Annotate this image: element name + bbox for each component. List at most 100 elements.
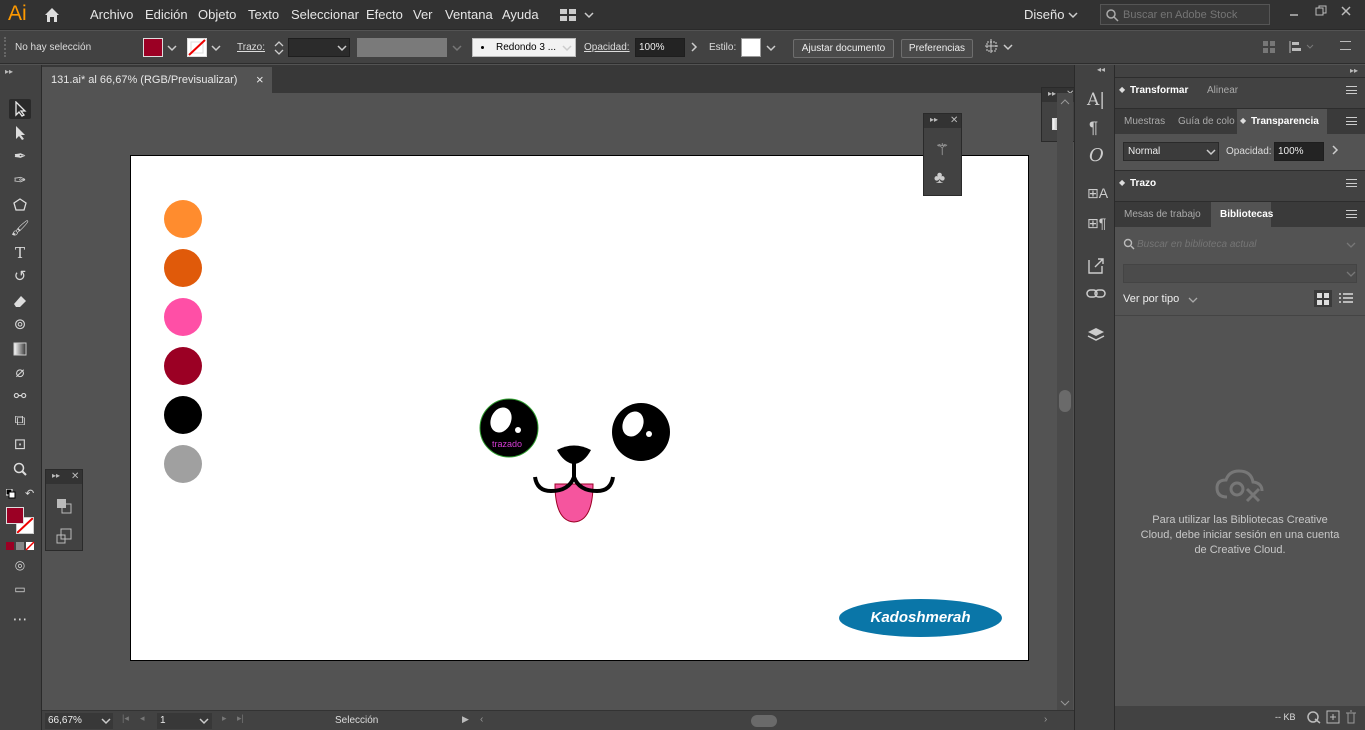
scroll-right-icon[interactable]: › — [1044, 714, 1047, 725]
stroke-label[interactable]: Trazo: — [237, 42, 265, 53]
close-tab-icon[interactable]: × — [256, 67, 264, 93]
graphic-style-swatch[interactable] — [741, 38, 761, 57]
minimize-icon[interactable] — [1288, 6, 1300, 18]
sync-status-icon[interactable] — [1306, 710, 1322, 727]
menu-efecto[interactable]: Efecto — [366, 7, 403, 22]
export-asset-icon[interactable] — [1086, 256, 1106, 276]
menu-archivo[interactable]: Archivo — [90, 7, 133, 22]
zoom-field[interactable]: 66,67% — [45, 713, 113, 729]
arrange-documents-icon[interactable] — [560, 8, 596, 22]
chevron-down-icon[interactable] — [167, 43, 177, 56]
chevron-down-icon[interactable] — [766, 43, 776, 56]
chevron-down-icon[interactable] — [337, 43, 347, 56]
brush-definition[interactable]: Redondo 3 ... — [472, 38, 576, 57]
tab-mesas-de-trabajo[interactable]: Mesas de trabajo — [1124, 209, 1201, 220]
fill-color-swatch[interactable] — [143, 38, 163, 57]
swatch-circle[interactable] — [164, 200, 202, 238]
direct-selection-tool-icon[interactable] — [9, 123, 31, 143]
status-menu-icon[interactable]: ▶ — [462, 714, 469, 725]
menu-objeto[interactable]: Objeto — [198, 7, 236, 22]
fill-swatch[interactable] — [6, 507, 24, 524]
first-artboard-icon[interactable]: |◂ — [122, 713, 129, 724]
scroll-thumb[interactable] — [1059, 390, 1071, 412]
character-styles-icon[interactable]: ⊞A — [1087, 185, 1108, 202]
collapse-panels-icon[interactable]: ◂◂ — [1097, 65, 1105, 74]
chevron-down-icon[interactable] — [1206, 147, 1216, 160]
curvature-tool-icon[interactable]: ✑ — [9, 171, 31, 191]
chevron-down-icon[interactable] — [1346, 240, 1356, 253]
blend-mode-select[interactable]: Normal — [1123, 142, 1219, 161]
symbols-club-icon[interactable]: ♣ — [934, 168, 945, 188]
layers-panel-icon[interactable] — [1086, 326, 1106, 344]
artboard[interactable]: trazado Kadoshmerah — [130, 155, 1029, 661]
collapse-icon[interactable]: ▸▸ — [1048, 89, 1056, 98]
chevron-down-icon[interactable] — [562, 43, 572, 56]
swatch-circle[interactable] — [164, 347, 202, 385]
character-panel-icon[interactable]: A| — [1087, 90, 1105, 110]
view-by-type[interactable]: Ver por tipo — [1123, 293, 1179, 305]
nose[interactable] — [557, 445, 591, 465]
tab-guia-color[interactable]: Guía de colo — [1178, 116, 1235, 127]
collapse-icon[interactable]: ▸▸ — [52, 471, 60, 480]
document-tab[interactable]: 131.ai* al 66,67% (RGB/Previsualizar) × — [42, 67, 272, 93]
home-icon[interactable] — [43, 6, 61, 24]
color-mode-icons[interactable] — [6, 541, 36, 551]
more-tools-icon[interactable]: ⋯ — [9, 610, 31, 630]
stroke-none-swatch[interactable] — [187, 38, 207, 57]
menu-seleccionar[interactable]: Seleccionar — [291, 7, 359, 22]
prev-artboard-icon[interactable]: ◂ — [140, 713, 145, 724]
draw-mode-icon[interactable]: ◎ — [9, 555, 31, 575]
add-content-icon[interactable] — [1326, 710, 1340, 727]
chevron-down-icon[interactable] — [211, 43, 221, 56]
opacity-label[interactable]: Opacidad: — [584, 42, 630, 53]
swatch-circle[interactable] — [164, 249, 202, 287]
expand-dock-icon[interactable]: ▸▸ — [1350, 66, 1358, 75]
artboard-number-field[interactable]: 1 — [157, 713, 212, 729]
tab-muestras[interactable]: Muestras — [1124, 116, 1165, 127]
collapse-arrow-icon[interactable]: ◆ — [1119, 85, 1125, 94]
transform-options-icon[interactable] — [984, 38, 1014, 56]
stroke-stepper-icon[interactable] — [272, 39, 286, 57]
transform-panel-icon[interactable] — [56, 528, 72, 544]
transparency-opacity-field[interactable]: 100% — [1274, 142, 1324, 161]
grid-view-icon[interactable] — [1314, 290, 1332, 307]
panel-menu-icon[interactable] — [1340, 41, 1351, 50]
blend-tool-icon[interactable]: ⚯ — [9, 387, 31, 407]
tab-bibliotecas[interactable]: Bibliotecas — [1220, 209, 1273, 220]
brushes-icon[interactable]: ⚚ — [935, 140, 949, 160]
delete-icon[interactable] — [1345, 710, 1357, 727]
links-panel-icon[interactable] — [1086, 287, 1106, 301]
tab-alinear[interactable]: Alinear — [1207, 85, 1238, 96]
close-icon[interactable]: ✕ — [950, 115, 958, 126]
screen-mode-icon[interactable]: ▭ — [9, 579, 31, 599]
symbol-sprayer-tool-icon[interactable]: ⧉ — [9, 411, 31, 431]
chevron-down-icon[interactable] — [452, 43, 462, 56]
panel-menu-icon[interactable] — [1346, 86, 1357, 94]
menu-edicion[interactable]: Edición — [145, 7, 188, 22]
right-eye[interactable] — [612, 403, 670, 461]
chevron-down-icon[interactable] — [1346, 269, 1356, 282]
collapse-panel-icon[interactable]: ▸▸ — [5, 67, 13, 76]
last-artboard-icon[interactable]: ▸| — [237, 713, 244, 724]
distribute-icon[interactable] — [1288, 40, 1316, 54]
collapse-arrow-icon[interactable]: ◆ — [1119, 178, 1125, 187]
swatch-circle[interactable] — [164, 298, 202, 336]
menu-texto[interactable]: Texto — [248, 7, 279, 22]
selection-tool-icon[interactable] — [9, 99, 31, 119]
paragraph-panel-icon[interactable]: ¶ — [1089, 118, 1098, 138]
fill-stroke-swatch[interactable] — [6, 507, 36, 535]
next-artboard-icon[interactable]: ▸ — [222, 713, 227, 724]
workspace-switcher[interactable]: Diseño — [1024, 7, 1064, 22]
chevron-down-icon[interactable] — [1068, 10, 1078, 20]
menu-ayuda[interactable]: Ayuda — [502, 7, 539, 22]
scroll-down-icon[interactable] — [1060, 698, 1070, 710]
paragraph-styles-icon[interactable]: ⊞¶ — [1087, 215, 1106, 232]
artboard-tool-icon[interactable]: ⊡ — [9, 435, 31, 455]
zoom-tool-icon[interactable] — [9, 459, 31, 479]
stock-search[interactable] — [1100, 4, 1270, 25]
chevron-right-icon[interactable] — [1330, 145, 1340, 158]
type-tool-icon[interactable]: T — [9, 243, 31, 263]
puppy-face[interactable] — [471, 391, 681, 526]
align-icon[interactable] — [1262, 40, 1276, 54]
swap-colors-icon[interactable]: ↶ — [25, 487, 34, 500]
